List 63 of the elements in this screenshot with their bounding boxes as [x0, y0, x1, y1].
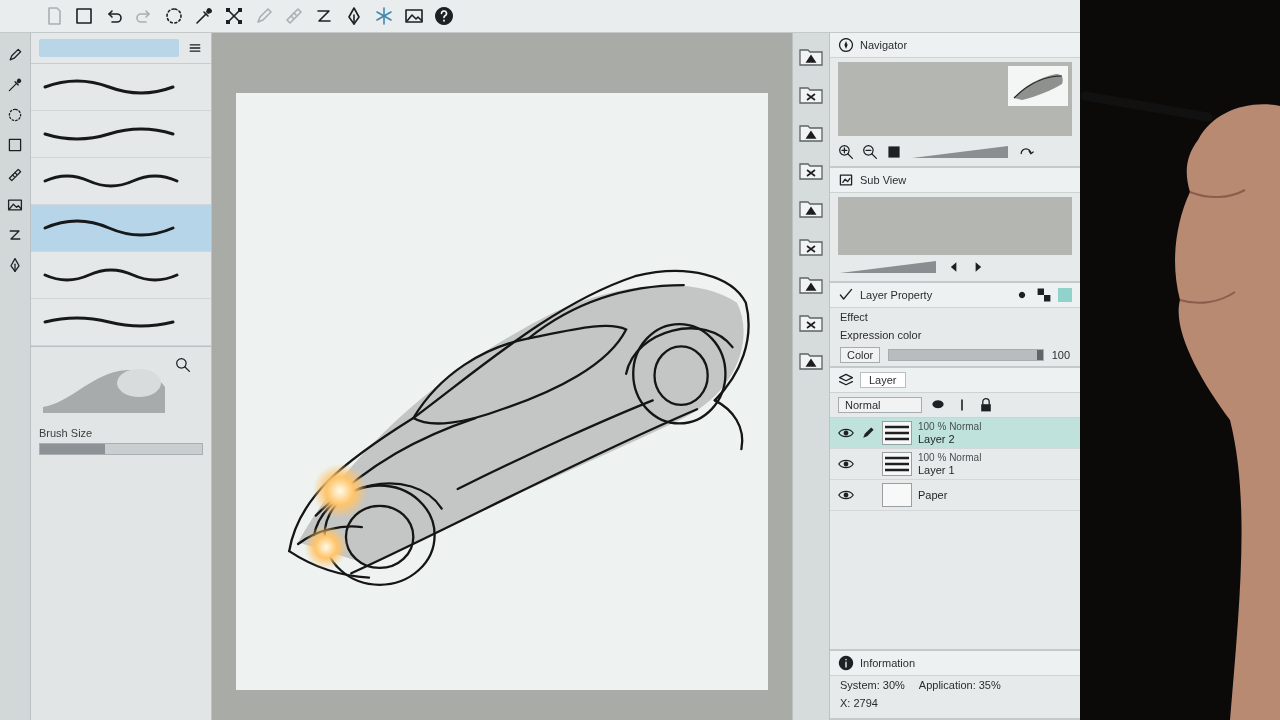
layer-name: Layer 1 — [918, 464, 956, 476]
brush-stroke-icon — [43, 174, 179, 188]
layer-mode: 100 % Normal — [918, 452, 982, 463]
zoom-out-icon[interactable] — [862, 144, 878, 160]
eyedropper-icon[interactable] — [194, 6, 214, 26]
light-glare-drawing — [304, 525, 348, 569]
ruler-icon[interactable] — [7, 167, 23, 183]
application-usage: Application: 35% — [918, 679, 1001, 691]
opacity-slider[interactable] — [888, 349, 1044, 361]
brush-stroke-icon — [43, 219, 175, 237]
brush-size-label: Brush Size — [39, 427, 94, 439]
layer-row[interactable]: 100 % Normal Layer 1 — [830, 449, 1080, 480]
navigator-thumbnail — [1008, 66, 1068, 106]
panel-title: Navigator — [860, 39, 908, 51]
zoom-in-icon[interactable] — [838, 144, 854, 160]
layer-name: Paper — [918, 489, 948, 501]
panel-title: Information — [860, 657, 916, 669]
effect-label: Effect — [840, 311, 868, 323]
brush-stroke-icon — [43, 126, 175, 142]
brush-stroke-icon — [43, 268, 179, 282]
layer-name: Layer 2 — [918, 433, 956, 445]
magnifier-icon[interactable] — [175, 357, 191, 373]
pencil-icon[interactable] — [7, 47, 23, 63]
expression-color-label: Expression color — [840, 329, 922, 341]
eyedropper-icon[interactable] — [7, 77, 23, 93]
layers-icon — [838, 372, 854, 388]
square-icon[interactable] — [7, 137, 23, 153]
system-usage: System: 30% — [840, 679, 905, 691]
layer-mode: 100 % Normal — [918, 421, 982, 432]
filled-square-icon[interactable] — [886, 144, 902, 160]
zigzag-icon[interactable] — [7, 227, 23, 243]
lock-icon[interactable] — [978, 397, 994, 413]
check-icon — [838, 287, 854, 303]
opacity-value: 100 — [1051, 349, 1070, 361]
panel-title: Sub View — [860, 174, 907, 186]
line-chart-icon — [838, 172, 854, 188]
brush-stroke-icon — [43, 79, 175, 95]
image-icon[interactable] — [404, 6, 424, 26]
snowflake-icon[interactable] — [374, 6, 394, 26]
layer-tab[interactable]: Layer — [860, 372, 906, 388]
compass-icon — [838, 37, 854, 53]
info-icon — [838, 655, 854, 671]
checker-icon[interactable] — [1036, 287, 1052, 303]
pen-nib-icon[interactable] — [7, 257, 23, 273]
slider-thumb[interactable] — [1036, 350, 1043, 360]
panel-title: Layer Property — [860, 289, 933, 301]
help-icon[interactable] — [434, 6, 454, 26]
blend-mode-dropdown[interactable]: Normal — [838, 397, 922, 413]
color-swatch-icon[interactable] — [1058, 288, 1072, 302]
brush-size-slider[interactable] — [39, 443, 203, 455]
layer-row[interactable]: 100 % Normal Layer 2 — [830, 418, 1080, 449]
layer-thumbnail — [882, 483, 912, 507]
sub-tool-item[interactable] — [31, 205, 211, 252]
image-icon[interactable] — [7, 197, 23, 213]
light-glare-drawing — [312, 463, 368, 519]
cursor-x: X: 2794 — [840, 697, 878, 709]
square-icon[interactable] — [74, 6, 94, 26]
brush-stroke-icon — [43, 316, 175, 328]
layer-thumbnail — [882, 452, 912, 476]
color-mode-dropdown[interactable]: Color — [840, 347, 881, 363]
crossed-arrows-icon[interactable] — [224, 6, 244, 26]
layer-row[interactable]: Paper — [830, 480, 1080, 511]
layer-thumbnail — [882, 421, 912, 445]
